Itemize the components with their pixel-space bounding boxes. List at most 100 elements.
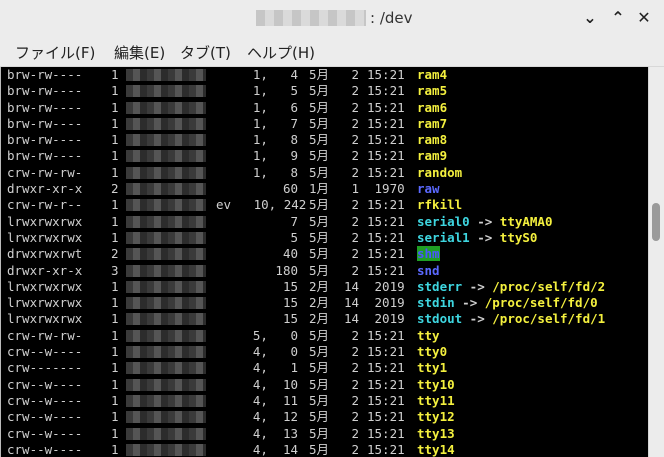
file-name-text: ram7 — [417, 115, 448, 131]
day: 2 — [351, 344, 359, 360]
size-or-device-number: 15 — [282, 311, 298, 327]
file-name-text: tty1 — [417, 360, 448, 376]
file-name: stdin -> /proc/self/fd/0 — [417, 295, 598, 311]
permissions: lrwxrwxrwx — [7, 213, 83, 229]
month: 5月 — [309, 115, 330, 131]
time-or-year: 1970 — [367, 181, 405, 197]
listing-row: drwxr-xr-x 3 180 5月 2 15:21 snd — [1, 263, 648, 279]
redacted-owner-group — [126, 85, 206, 98]
file-name: random — [417, 165, 462, 181]
permissions: lrwxrwxrwx — [7, 311, 83, 327]
permissions: lrwxrwxrwx — [7, 229, 83, 245]
month: 5月 — [309, 425, 330, 441]
file-name: tty14 — [417, 442, 455, 457]
redacted-owner-group — [126, 134, 206, 147]
link-target: /proc/self/fd/0 — [484, 295, 598, 311]
redacted-owner-group — [126, 378, 206, 391]
menu-tabs[interactable]: タブ(T) — [180, 42, 231, 63]
permissions: crw--w---- — [7, 409, 83, 425]
scrollbar-thumb[interactable] — [652, 203, 660, 241]
listing-row: crw------- 1 4, 1 5月 2 15:21 tty1 — [1, 360, 648, 376]
size-or-device-number: 180 — [275, 262, 298, 278]
size-or-device-number: 4, 1 — [252, 360, 298, 376]
month: 5月 — [309, 246, 330, 262]
link-count: 1 — [111, 67, 119, 82]
link-count: 2 — [111, 181, 119, 197]
file-name: tty10 — [417, 377, 455, 393]
file-name: tty13 — [417, 426, 455, 442]
redacted-owner-group — [126, 150, 206, 163]
link-count: 1 — [111, 295, 119, 311]
link-count: 1 — [111, 278, 119, 294]
redacted-owner-group — [126, 248, 206, 261]
time-or-year: 15:21 — [367, 360, 405, 376]
month: 5月 — [309, 409, 330, 425]
link-count: 1 — [111, 360, 119, 376]
menu-edit[interactable]: 編集(E) — [114, 42, 165, 63]
listing-row: crw--w---- 1 4, 10 5月 2 15:21 tty10 — [1, 377, 648, 393]
vertical-scrollbar[interactable] — [648, 67, 664, 457]
listing-row: crw--w---- 1 4, 13 5月 2 15:21 tty13 — [1, 426, 648, 442]
size-or-device-number: 1, 9 — [252, 148, 298, 164]
file-name-text: tty0 — [417, 344, 448, 360]
redacted-owner-group — [126, 329, 206, 342]
permissions: crw--w---- — [7, 441, 83, 457]
link-count: 1 — [111, 344, 119, 360]
link-count: 1 — [111, 425, 119, 441]
size-or-device-number: 5, 0 — [252, 327, 298, 343]
time-or-year: 15:21 — [367, 229, 405, 245]
permissions: crw-rw-rw- — [7, 164, 83, 180]
redacted-owner-group — [126, 427, 206, 440]
size-or-device-number: 1, 5 — [252, 83, 298, 99]
link-target: ttyAMA0 — [499, 213, 553, 229]
file-name: shm — [417, 246, 440, 262]
month: 5月 — [309, 262, 330, 278]
permissions: brw-rw---- — [7, 99, 83, 115]
permissions: lrwxrwxrwx — [7, 295, 83, 311]
listing-row: drwxr-xr-x 2 60 1月 1 1970 raw — [1, 181, 648, 197]
time-or-year: 2019 — [367, 295, 405, 311]
month: 5月 — [309, 67, 330, 82]
permissions: brw-rw---- — [7, 132, 83, 148]
size-or-device-number: 4, 11 — [252, 392, 298, 408]
file-name: raw — [417, 181, 440, 197]
listing-row: crw-rw-r-- 1 ev 10, 242 5月 2 15:21 rfkill — [1, 197, 648, 213]
close-button[interactable]: ✕ — [632, 6, 656, 30]
menu-file[interactable]: ファイル(F) — [15, 42, 95, 63]
redacted-owner-group — [126, 117, 206, 130]
listing-row: crw-rw-rw- 1 5, 0 5月 2 15:21 tty — [1, 328, 648, 344]
file-name-text: random — [417, 164, 463, 180]
file-name-text: tty10 — [417, 376, 455, 392]
menu-help[interactable]: ヘルプ(H) — [247, 42, 315, 63]
month: 5月 — [309, 213, 330, 229]
time-or-year: 15:21 — [367, 425, 405, 441]
permissions: crw--w---- — [7, 376, 83, 392]
listing-row: crw-rw-rw- 1 1, 8 5月 2 15:21 random — [1, 165, 648, 181]
link-arrow: -> — [469, 213, 500, 229]
title-bar: : /dev ⌄ ⌃ ✕ — [0, 0, 664, 36]
month: 5月 — [309, 197, 330, 213]
month: 5月 — [309, 99, 330, 115]
minimize-button[interactable]: ⌄ — [578, 6, 602, 30]
day: 14 — [343, 311, 359, 327]
permissions: crw--w---- — [7, 425, 83, 441]
size-or-device-number: 4, 13 — [252, 425, 298, 441]
month: 2月 — [309, 278, 330, 294]
link-count: 2 — [111, 246, 119, 262]
size-or-device-number: 4, 10 — [252, 376, 298, 392]
size-or-device-number: 1, 6 — [252, 99, 298, 115]
maximize-button[interactable]: ⌃ — [606, 6, 630, 30]
day: 2 — [351, 376, 359, 392]
link-arrow: -> — [462, 278, 493, 294]
file-name-text: tty13 — [417, 425, 455, 441]
terminal-output[interactable]: brw-rw---- 1 1, 4 5月 2 15:21 ram4 brw-rw---- 1 1,… — [0, 67, 648, 457]
link-count: 1 — [111, 115, 119, 131]
day: 2 — [351, 327, 359, 343]
file-name: serial0 -> ttyAMA0 — [417, 214, 552, 230]
size-or-device-number: 1, 4 — [252, 67, 298, 82]
listing-row: crw--w---- 1 4, 12 5月 2 15:21 tty12 — [1, 409, 648, 425]
time-or-year: 15:21 — [367, 164, 405, 180]
permissions: crw-rw-r-- — [7, 197, 83, 213]
file-name-text: serial0 — [417, 213, 470, 229]
day: 2 — [351, 197, 359, 213]
